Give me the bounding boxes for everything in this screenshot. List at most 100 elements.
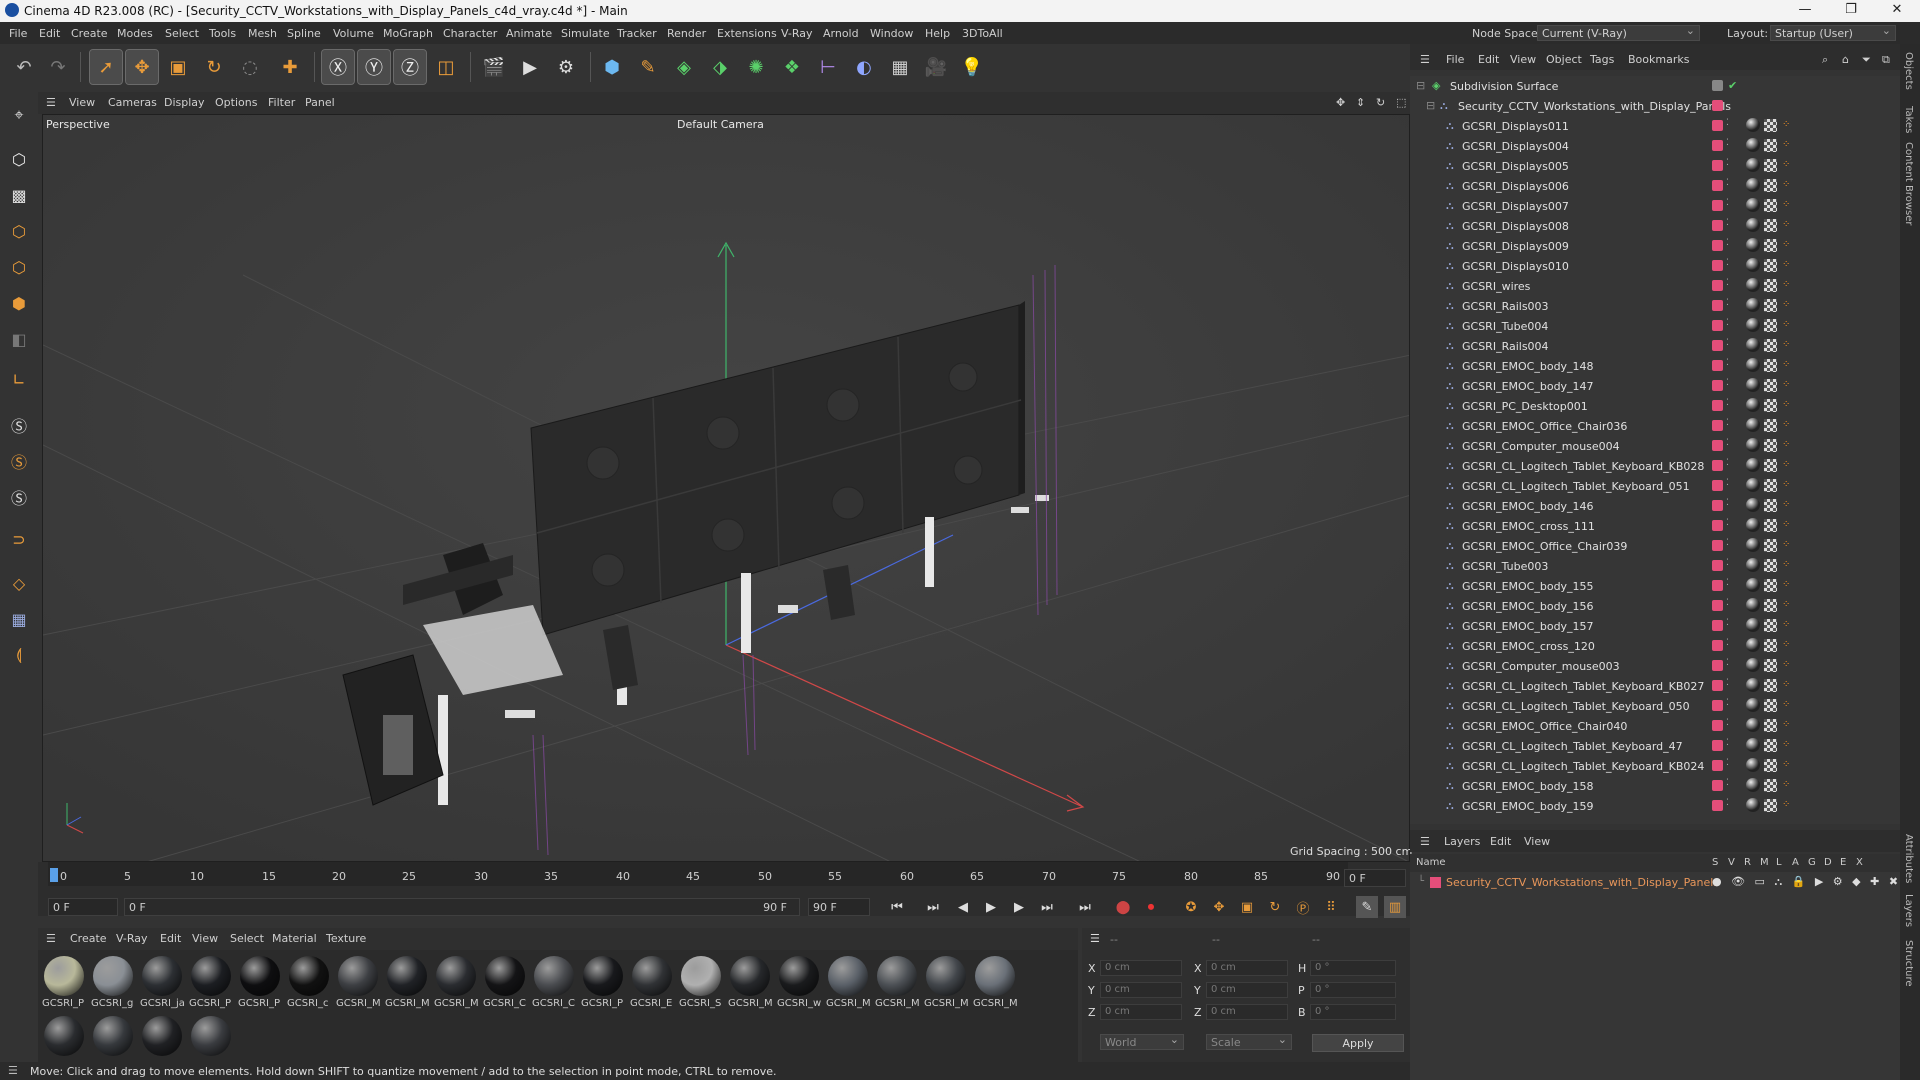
material-tag-icon[interactable] xyxy=(1746,638,1760,652)
field-icon[interactable]: ◐ xyxy=(848,50,880,84)
visibility-dots-icon[interactable]: ⁚ xyxy=(1726,778,1729,788)
menu-animate[interactable]: Animate xyxy=(506,27,552,40)
layer-color-icon[interactable] xyxy=(1712,380,1723,391)
layer-color-icon[interactable] xyxy=(1712,500,1723,511)
uvw-tag-icon[interactable]: ⁘ xyxy=(1782,239,1792,252)
object-name[interactable]: Subdivision Surface xyxy=(1450,80,1558,93)
object-name[interactable]: GCSRI_EMOC_cross_111 xyxy=(1462,520,1595,533)
timeline-layout-icon[interactable]: ▥ xyxy=(1384,896,1406,918)
material-menu-select[interactable]: Select xyxy=(230,932,264,945)
layer-color-icon[interactable] xyxy=(1712,600,1723,611)
move-tool-icon[interactable]: ✥ xyxy=(125,49,159,85)
objects-menu-view[interactable]: View xyxy=(1510,53,1536,66)
menu-volume[interactable]: Volume xyxy=(333,27,374,40)
viewport-camera-label[interactable]: Default Camera xyxy=(677,118,764,131)
tree-row[interactable]: ⛬ GCSRI_EMOC_Office_Chair036 ⁚ ⁘ xyxy=(1410,416,1880,436)
cube-icon[interactable]: ⬢ xyxy=(596,50,628,84)
material-tag-icon[interactable] xyxy=(1746,498,1760,512)
material-tag-icon[interactable] xyxy=(1746,298,1760,312)
tree-row[interactable]: ⛬ GCSRI_EMOC_body_159 ⁚ ⁘ xyxy=(1410,796,1880,816)
visibility-dots-icon[interactable]: ⁚ xyxy=(1726,318,1729,328)
object-name[interactable]: GCSRI_Displays008 xyxy=(1462,220,1569,233)
material-tag-icon[interactable] xyxy=(1746,338,1760,352)
object-name[interactable]: GCSRI_Displays009 xyxy=(1462,240,1569,253)
tree-row[interactable]: ⛬ GCSRI_CL_Logitech_Tablet_Keyboard_KB027… xyxy=(1410,676,1880,696)
object-name[interactable]: GCSRI_Tube003 xyxy=(1462,560,1548,573)
object-name[interactable]: GCSRI_EMOC_body_157 xyxy=(1462,620,1594,633)
visibility-dots-icon[interactable]: ⁚ xyxy=(1726,518,1729,528)
material-swatch[interactable]: GCSRI_P xyxy=(189,954,233,1010)
layer-color-icon[interactable] xyxy=(1712,300,1723,311)
object-name[interactable]: GCSRI_EMOC_body_148 xyxy=(1462,360,1594,373)
layer-color-icon[interactable] xyxy=(1712,680,1723,691)
visibility-dots-icon[interactable]: ⁚ xyxy=(1726,158,1729,168)
check-icon[interactable]: ✔ xyxy=(1728,79,1737,92)
material-tag-icon[interactable] xyxy=(1746,618,1760,632)
layer-color-icon[interactable] xyxy=(1712,560,1723,571)
goto-end-icon[interactable]: ⏭ xyxy=(1074,896,1096,918)
material-swatch[interactable]: GCSRI_ja xyxy=(140,954,184,1010)
tree-row[interactable]: ⛬ GCSRI_Displays005 ⁚ ⁘ xyxy=(1410,156,1880,176)
material-tag-icon[interactable] xyxy=(1746,458,1760,472)
visibility-dots-icon[interactable]: ⁚ xyxy=(1726,198,1729,208)
tree-row[interactable]: ⛬ GCSRI_Rails003 ⁚ ⁘ xyxy=(1410,296,1880,316)
tree-row-root[interactable]: ⊟ ◈ Subdivision Surface ✔ xyxy=(1410,76,1880,96)
material-tag-icon[interactable] xyxy=(1746,518,1760,532)
visibility-dots-icon[interactable]: ⁚ xyxy=(1726,118,1729,128)
object-name[interactable]: GCSRI_Displays010 xyxy=(1462,260,1569,273)
material-tag-icon[interactable] xyxy=(1746,218,1760,232)
uv-mode-icon[interactable]: ◧ xyxy=(4,324,34,354)
layer-color-icon[interactable] xyxy=(1430,877,1441,888)
menu-render[interactable]: Render xyxy=(667,27,706,40)
material-tag-icon[interactable] xyxy=(1746,538,1760,552)
snap-s-icon[interactable]: Ⓢ xyxy=(4,410,34,440)
object-name[interactable]: GCSRI_EMOC_Office_Chair039 xyxy=(1462,540,1627,553)
material-swatch[interactable]: GCSRI_P xyxy=(238,954,282,1010)
uvw-tag-icon[interactable]: ⁘ xyxy=(1782,299,1792,312)
visibility-dots-icon[interactable]: ⁚ xyxy=(1726,498,1729,508)
uvw-tag-icon[interactable]: ⁘ xyxy=(1782,519,1792,532)
texture-tag-icon[interactable] xyxy=(1764,159,1777,172)
prev-frame-icon[interactable]: ◀ xyxy=(952,896,974,918)
object-name[interactable]: GCSRI_Computer_mouse004 xyxy=(1462,440,1620,453)
visibility-dots-icon[interactable]: ⁚ xyxy=(1726,538,1729,548)
tree-row[interactable]: ⛬ GCSRI_CL_Logitech_Tablet_Keyboard_051 ⁚ ⁘ xyxy=(1410,476,1880,496)
objects-menu-edit[interactable]: Edit xyxy=(1478,53,1499,66)
layer-color-icon[interactable] xyxy=(1712,420,1723,431)
undo-icon[interactable]: ↶ xyxy=(8,50,40,84)
tree-row[interactable]: ⛬ GCSRI_EMOC_body_158 ⁚ ⁘ xyxy=(1410,776,1880,796)
rotate-view-icon[interactable]: ↻ xyxy=(1376,96,1385,109)
menu-3dtoall[interactable]: 3DToAll xyxy=(962,27,1003,40)
frame-range-slider[interactable]: 0 F 90 F xyxy=(124,898,800,916)
material-swatch[interactable]: GCSRI_C xyxy=(483,954,527,1010)
end-frame-field[interactable]: 90 F xyxy=(808,898,870,916)
tree-row[interactable]: ⛬ GCSRI_CL_Logitech_Tablet_Keyboard_KB028… xyxy=(1410,456,1880,476)
record-icon[interactable]: ⬤ xyxy=(1112,896,1134,918)
collapse-icon[interactable]: ⊟ xyxy=(1426,99,1438,112)
texture-tag-icon[interactable] xyxy=(1764,119,1777,132)
position-z-field[interactable]: 0 cm xyxy=(1100,1004,1182,1020)
tree-row[interactable]: ⛬ GCSRI_EMOC_body_156 ⁚ ⁘ xyxy=(1410,596,1880,616)
tree-row[interactable]: ⛬ GCSRI_Tube004 ⁚ ⁘ xyxy=(1410,316,1880,336)
next-frame-icon[interactable]: ▶ xyxy=(1008,896,1030,918)
tab-attributes[interactable]: Attributes xyxy=(1903,834,1914,883)
maximize-button[interactable]: ❐ xyxy=(1828,2,1874,20)
material-swatch[interactable]: GCSRI_C xyxy=(532,954,576,1010)
tree-row[interactable]: ⛬ GCSRI_CL_Logitech_Tablet_Keyboard_050 ⁚ ⁘ xyxy=(1410,696,1880,716)
material-swatch[interactable]: GCSRI_P xyxy=(581,954,625,1010)
uvw-tag-icon[interactable]: ⁘ xyxy=(1782,699,1792,712)
visibility-dots-icon[interactable]: ⁚ xyxy=(1726,758,1729,768)
key-move-icon[interactable]: ✥ xyxy=(1208,896,1230,918)
material-tag-icon[interactable] xyxy=(1746,318,1760,332)
layer-color-icon[interactable] xyxy=(1712,460,1723,471)
menu-modes[interactable]: Modes xyxy=(117,27,153,40)
polygons-mode-icon[interactable]: ⬢ xyxy=(4,288,34,318)
texture-tag-icon[interactable] xyxy=(1764,419,1777,432)
layer-color-icon[interactable] xyxy=(1712,200,1723,211)
layer-color-icon[interactable] xyxy=(1712,800,1723,811)
prev-key-icon[interactable]: ⏭ xyxy=(922,896,944,918)
material-menu-material[interactable]: Material xyxy=(272,932,317,945)
material-swatch[interactable]: GCSRI_P xyxy=(42,954,86,1010)
layer-color-icon[interactable] xyxy=(1712,180,1723,191)
uvw-tag-icon[interactable]: ⁘ xyxy=(1782,119,1792,132)
